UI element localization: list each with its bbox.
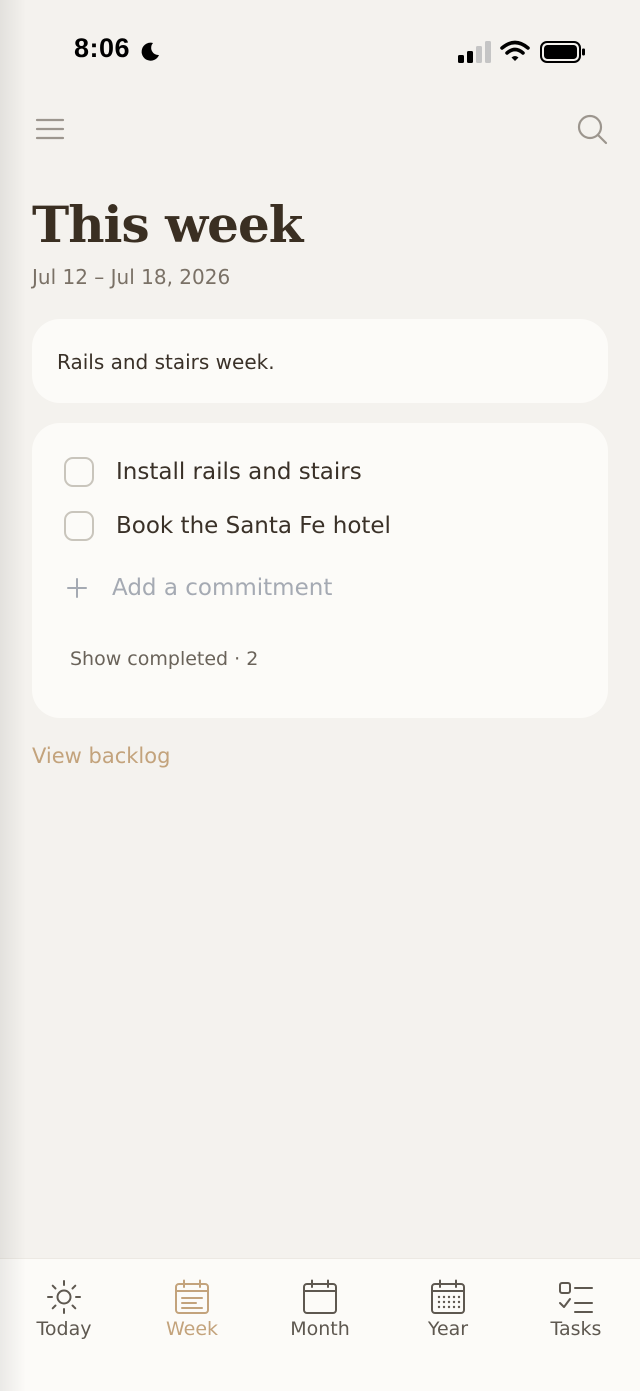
tab-week[interactable]: Week bbox=[128, 1259, 256, 1391]
calendar-year-icon bbox=[431, 1279, 465, 1314]
tab-tasks[interactable]: Tasks bbox=[512, 1259, 640, 1391]
plus-icon bbox=[67, 578, 87, 598]
date-range: Jul 12 – Jul 18, 2026 bbox=[32, 265, 231, 289]
tab-label: Tasks bbox=[550, 1318, 602, 1340]
status-time: 8:06 bbox=[74, 33, 131, 63]
search-icon[interactable] bbox=[575, 112, 609, 146]
cellular-signal-icon bbox=[458, 41, 491, 63]
edge-shadow bbox=[0, 0, 26, 1391]
bottom-tab-bar: Today Week Month Year Tasks bbox=[0, 1258, 640, 1391]
calendar-month-icon bbox=[303, 1279, 337, 1314]
week-note-card[interactable]: Rails and stairs week. bbox=[32, 319, 608, 403]
tab-year[interactable]: Year bbox=[384, 1259, 512, 1391]
task-checkbox[interactable] bbox=[64, 511, 94, 541]
commitments-card: Install rails and stairs Book the Santa … bbox=[32, 423, 608, 718]
add-commitment-placeholder: Add a commitment bbox=[112, 575, 333, 601]
task-row[interactable]: Book the Santa Fe hotel bbox=[64, 506, 391, 546]
task-list-icon bbox=[559, 1282, 593, 1313]
wifi-icon bbox=[500, 40, 530, 61]
tab-label: Week bbox=[165, 1318, 219, 1340]
calendar-week-icon bbox=[175, 1279, 209, 1314]
add-commitment-button[interactable]: Add a commitment bbox=[66, 575, 332, 601]
sun-icon bbox=[47, 1280, 81, 1314]
tab-label: Year bbox=[427, 1318, 469, 1340]
task-label: Book the Santa Fe hotel bbox=[116, 513, 391, 539]
tab-label: Today bbox=[36, 1318, 92, 1340]
page-title: This week bbox=[32, 195, 303, 254]
week-note-text: Rails and stairs week. bbox=[57, 350, 275, 374]
task-checkbox[interactable] bbox=[64, 457, 94, 487]
tab-today[interactable]: Today bbox=[0, 1259, 128, 1391]
view-backlog-link[interactable]: View backlog bbox=[32, 744, 170, 768]
moon-icon bbox=[141, 42, 159, 61]
hamburger-menu-icon[interactable] bbox=[34, 114, 66, 144]
status-bar: 8:06 bbox=[0, 0, 640, 100]
show-completed-toggle[interactable]: Show completed · 2 bbox=[70, 648, 258, 670]
battery-icon bbox=[540, 41, 585, 63]
task-label: Install rails and stairs bbox=[116, 459, 362, 485]
task-row[interactable]: Install rails and stairs bbox=[64, 452, 362, 492]
tab-label: Month bbox=[290, 1318, 350, 1340]
tab-month[interactable]: Month bbox=[256, 1259, 384, 1391]
